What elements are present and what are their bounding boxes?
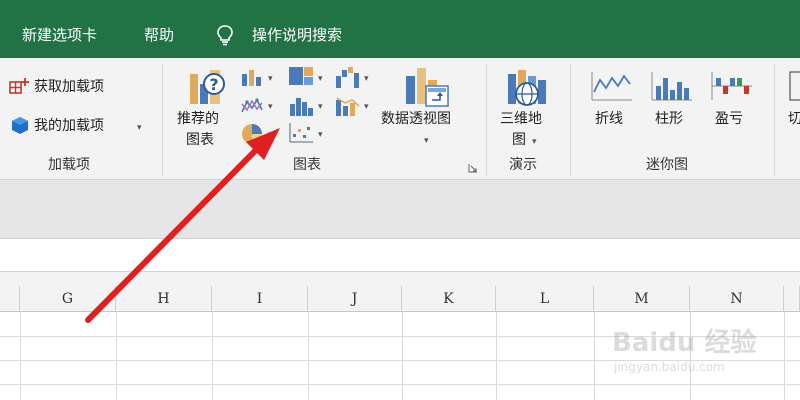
tours-group-label: 演示 bbox=[509, 157, 537, 173]
column-gridline bbox=[496, 312, 497, 400]
column-header-k[interactable]: K bbox=[402, 286, 496, 312]
3d-map-icon[interactable] bbox=[504, 66, 550, 110]
pivot-chart-dropdown-icon[interactable]: ▾ bbox=[424, 136, 429, 146]
3d-map-label-1[interactable]: 三维地 bbox=[500, 110, 542, 128]
watermark-brand: Baidu 经验 bbox=[612, 328, 757, 358]
3d-map-dropdown-icon[interactable]: ▾ bbox=[532, 137, 537, 147]
statistic-chart-dropdown-icon[interactable]: ▾ bbox=[318, 102, 323, 112]
recommended-charts-label-2[interactable]: 图表 bbox=[186, 131, 214, 149]
hierarchy-chart-dropdown-icon[interactable]: ▾ bbox=[318, 74, 323, 84]
combo-chart-icon[interactable] bbox=[334, 94, 360, 116]
lightbulb-icon[interactable] bbox=[216, 24, 234, 46]
column-chart-dropdown-icon[interactable]: ▾ bbox=[268, 74, 273, 84]
column-header-partial[interactable] bbox=[0, 286, 20, 312]
column-gridline bbox=[212, 312, 213, 400]
baidu-watermark: Baidu 经验 jingyan.baidu.com bbox=[612, 310, 792, 390]
excel-window: 新建选项卡 帮助 操作说明搜索 获取加载项 我的加载项 ▾ 加载项 ? 推荐的 … bbox=[0, 0, 800, 400]
sparkline-winloss-icon[interactable] bbox=[710, 70, 754, 102]
store-plus-icon bbox=[9, 78, 29, 94]
statistic-chart-icon[interactable] bbox=[288, 94, 314, 116]
column-gridline bbox=[402, 312, 403, 400]
ribbon-tab-bar: 新建选项卡 帮助 操作说明搜索 bbox=[0, 0, 800, 58]
pivot-chart-icon[interactable] bbox=[402, 66, 450, 110]
sparkline-line-icon[interactable] bbox=[590, 70, 634, 102]
column-gridline bbox=[116, 312, 117, 400]
column-header-l[interactable]: L bbox=[496, 286, 594, 312]
svg-text:?: ? bbox=[209, 75, 218, 94]
waterfall-chart-dropdown-icon[interactable]: ▾ bbox=[364, 74, 369, 84]
dialog-launcher-icon[interactable] bbox=[468, 163, 478, 173]
hierarchy-chart-icon[interactable] bbox=[288, 66, 314, 86]
column-gridline bbox=[594, 312, 595, 400]
recommended-charts-label-1[interactable]: 推荐的 bbox=[177, 110, 219, 128]
column-header-i[interactable]: I bbox=[212, 286, 308, 312]
pie-chart-icon[interactable] bbox=[240, 122, 264, 146]
column-header-n[interactable]: N bbox=[690, 286, 784, 312]
column-header-h[interactable]: H bbox=[116, 286, 212, 312]
column-header-m[interactable]: M bbox=[594, 286, 690, 312]
watermark-url: jingyan.baidu.com bbox=[614, 360, 725, 374]
sparkline-line-button[interactable]: 折线 bbox=[595, 110, 623, 128]
line-chart-dropdown-icon[interactable]: ▾ bbox=[268, 102, 273, 112]
tell-me-search[interactable]: 操作说明搜索 bbox=[252, 24, 342, 46]
ribbon-panel: 获取加载项 我的加载项 ▾ 加载项 ? 推荐的 图表 ▾ ▾ ▾ ▾ ▾ ▾ ▾… bbox=[0, 58, 800, 180]
sparkline-column-icon[interactable] bbox=[650, 70, 694, 102]
column-header-j[interactable]: J bbox=[308, 286, 402, 312]
scatter-chart-icon[interactable] bbox=[288, 122, 314, 144]
slicer-label-partial[interactable]: 切 bbox=[788, 110, 800, 128]
sparkline-column-button[interactable]: 柱形 bbox=[655, 110, 683, 128]
addins-group-label: 加载项 bbox=[48, 157, 90, 173]
line-chart-icon[interactable] bbox=[240, 96, 264, 116]
get-addins-button[interactable]: 获取加载项 bbox=[34, 78, 104, 96]
my-addins-dropdown-icon[interactable]: ▾ bbox=[137, 123, 142, 133]
waterfall-chart-icon[interactable] bbox=[334, 66, 360, 88]
column-gridline bbox=[20, 312, 21, 400]
formula-bar[interactable] bbox=[0, 238, 800, 272]
sparkline-winloss-button[interactable]: 盈亏 bbox=[715, 110, 743, 128]
tab-new-tab[interactable]: 新建选项卡 bbox=[22, 24, 97, 46]
pivot-chart-label[interactable]: 数据透视图 bbox=[381, 110, 451, 128]
group-divider bbox=[162, 64, 163, 176]
scatter-chart-dropdown-icon[interactable]: ▾ bbox=[318, 130, 323, 140]
pie-chart-dropdown-icon[interactable]: ▾ bbox=[268, 130, 273, 140]
group-divider bbox=[486, 64, 487, 176]
combo-chart-dropdown-icon[interactable]: ▾ bbox=[364, 102, 369, 112]
group-divider bbox=[774, 64, 775, 176]
charts-group-label: 图表 bbox=[293, 157, 321, 173]
column-header-partial[interactable] bbox=[784, 286, 800, 312]
my-addins-button[interactable]: 我的加载项 bbox=[34, 117, 104, 135]
slicer-icon-partial[interactable] bbox=[788, 70, 800, 102]
formula-gap bbox=[0, 272, 800, 286]
column-header-g[interactable]: G bbox=[20, 286, 116, 312]
column-gridline bbox=[308, 312, 309, 400]
recommended-charts-icon[interactable]: ? bbox=[186, 66, 230, 110]
my-addins-icon bbox=[12, 117, 28, 134]
group-divider bbox=[570, 64, 571, 176]
tab-help[interactable]: 帮助 bbox=[144, 24, 174, 46]
column-chart-icon[interactable] bbox=[240, 68, 264, 86]
sparklines-group-label: 迷你图 bbox=[646, 157, 688, 173]
3d-map-label-2[interactable]: 图 bbox=[512, 131, 526, 149]
collapsed-area bbox=[0, 180, 800, 238]
